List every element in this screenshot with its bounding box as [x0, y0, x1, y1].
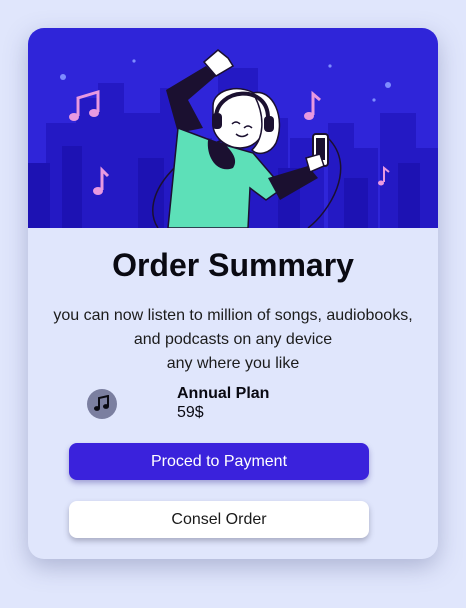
- plan-price: 59$: [177, 404, 204, 421]
- order-summary-card: Order Summary you can now listen to mill…: [28, 28, 438, 559]
- description-line: you can now listen to million of songs, …: [53, 307, 413, 324]
- description-line: and podcasts on any device: [133, 331, 333, 348]
- cancel-order-button[interactable]: Consel Order: [69, 501, 369, 538]
- music-note-icon: [87, 389, 117, 419]
- proceed-to-payment-button[interactable]: Proced to Payment: [69, 443, 369, 480]
- order-description: you can now listen to million of songs, …: [43, 304, 423, 376]
- hero-illustration: [28, 28, 438, 228]
- plan-name: Annual Plan: [177, 385, 270, 402]
- page-title: Order Summary: [112, 247, 354, 283]
- description-line: any where you like: [166, 355, 300, 372]
